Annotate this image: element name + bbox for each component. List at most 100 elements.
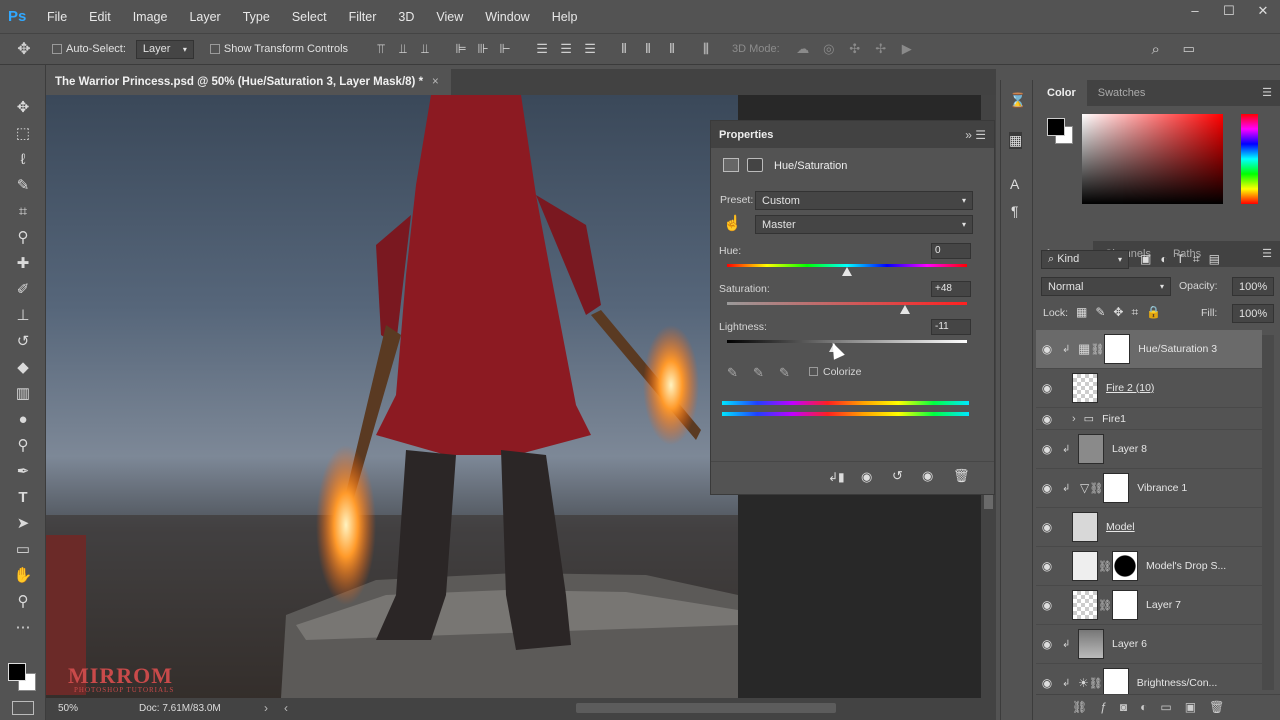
pen-tool-icon[interactable]: ✒ <box>10 461 36 483</box>
layer-mask-icon[interactable] <box>747 158 763 172</box>
layer-name[interactable]: Layer 7 <box>1146 599 1181 611</box>
layer-row[interactable]: ◉ ↲ ☀ ⛓ Brightness/Con... <box>1036 664 1262 694</box>
3d-roll-icon[interactable]: ◎ <box>816 41 842 57</box>
maximize-button[interactable]: ☐ <box>1212 0 1246 22</box>
path-select-tool-icon[interactable]: ➤ <box>10 513 36 535</box>
layer-mask-thumbnail[interactable] <box>1104 334 1131 364</box>
status-menu-arrow-icon[interactable]: › <box>264 701 268 715</box>
layer-row[interactable]: ◉ ↲ ▽ ⛓ Vibrance 1 <box>1036 469 1262 508</box>
clip-to-layer-icon[interactable]: ↲▮ <box>828 470 845 484</box>
menu-type[interactable]: Type <box>232 10 281 24</box>
hue-input[interactable]: 0 <box>931 243 971 259</box>
workspace-icon[interactable]: ▭ <box>1176 41 1202 57</box>
fill-input[interactable]: 100% <box>1232 304 1274 323</box>
dodge-tool-icon[interactable]: ⚲ <box>10 435 36 457</box>
lasso-tool-icon[interactable]: ℓ <box>10 149 36 171</box>
saturation-slider[interactable] <box>727 302 967 305</box>
auto-align-icon[interactable]: ⫼ <box>694 41 718 57</box>
layer-row[interactable]: ◉ ↲ Layer 6 <box>1036 625 1262 664</box>
eyedropper-add-icon[interactable]: ✎ <box>753 365 764 381</box>
document-image[interactable]: MIRROM PHOTOSHOP TUTORIALS <box>46 95 738 698</box>
layer-name[interactable]: Hue/Saturation 3 <box>1138 343 1217 355</box>
auto-select-target-dropdown[interactable]: Layer ▾ <box>135 39 194 59</box>
layers-panel-menu-icon[interactable]: ☰ <box>1262 247 1272 260</box>
visibility-eye-icon[interactable]: ◉ <box>1036 442 1058 456</box>
3d-orbit-icon[interactable]: ☁ <box>790 41 816 57</box>
shape-tool-icon[interactable]: ▭ <box>10 539 36 561</box>
eraser-tool-icon[interactable]: ◆ <box>10 357 36 379</box>
menu-edit[interactable]: Edit <box>78 10 122 24</box>
brush-tool-icon[interactable]: ✐ <box>10 279 36 301</box>
eyedropper-subtract-icon[interactable]: ✎ <box>779 365 790 381</box>
show-transform-checkbox[interactable]: Show Transform Controls <box>209 43 348 55</box>
3d-slide-icon[interactable]: ✢ <box>868 41 894 57</box>
view-previous-state-icon[interactable]: ◉ <box>861 469 872 485</box>
distribute-vcenter-icon[interactable]: ☰ <box>554 41 578 57</box>
layer-filter-dropdown[interactable]: ⌕ Kind ▾ <box>1041 250 1129 269</box>
lightness-input[interactable]: -11 <box>931 319 971 335</box>
visibility-eye-icon[interactable]: ◉ <box>1036 342 1058 356</box>
menu-filter[interactable]: Filter <box>338 10 388 24</box>
gradient-tool-icon[interactable]: ▥ <box>10 383 36 405</box>
layer-name[interactable]: Model's Drop S... <box>1146 560 1226 572</box>
layer-name[interactable]: Layer 6 <box>1112 638 1147 650</box>
layer-thumbnail[interactable] <box>1078 629 1104 659</box>
distribute-left-icon[interactable]: ⦀ <box>612 41 636 57</box>
align-hcenter-icon[interactable]: ⊪ <box>472 41 494 57</box>
distribute-right-icon[interactable]: ⦀ <box>660 41 684 57</box>
search-icon[interactable]: ⌕ <box>1146 41 1166 58</box>
menu-image[interactable]: Image <box>122 10 179 24</box>
align-top-icon[interactable]: ⫪ <box>370 41 392 57</box>
layer-thumbnail[interactable] <box>1072 512 1098 542</box>
menu-3d[interactable]: 3D <box>387 10 425 24</box>
zoom-level[interactable]: 50% <box>58 703 78 714</box>
layer-name[interactable]: Vibrance 1 <box>1137 482 1187 494</box>
align-vcenter-icon[interactable]: ⫫ <box>392 41 414 57</box>
layer-filter-icons[interactable]: ▣◐T⌗▤ <box>1140 252 1229 267</box>
layer-row[interactable]: ◉ ⛓ Layer 7 <box>1036 586 1262 625</box>
menu-select[interactable]: Select <box>281 10 338 24</box>
visibility-eye-icon[interactable]: ◉ <box>1036 598 1058 612</box>
foreground-color-swatch[interactable] <box>8 663 26 681</box>
layer-name[interactable]: Layer 8 <box>1112 443 1147 455</box>
distribute-hcenter-icon[interactable]: ⦀ <box>636 41 660 57</box>
stamp-tool-icon[interactable]: ⊥ <box>10 305 36 327</box>
visibility-eye-icon[interactable]: ◉ <box>1036 559 1058 573</box>
link-icon[interactable]: ⛓ <box>1089 677 1103 690</box>
3d-pan-icon[interactable]: ✣ <box>842 41 868 57</box>
layer-name[interactable]: Brightness/Con... <box>1137 677 1218 689</box>
visibility-eye-icon[interactable]: ◉ <box>1036 381 1058 395</box>
link-icon[interactable]: ⛓ <box>1090 343 1104 356</box>
lightness-slider[interactable] <box>727 340 967 343</box>
scroll-left-icon[interactable]: ‹ <box>284 701 288 715</box>
visibility-eye-icon[interactable]: ◉ <box>1036 520 1058 534</box>
color-fg-swatch[interactable] <box>1047 118 1065 136</box>
distribute-top-icon[interactable]: ☰ <box>530 41 554 57</box>
properties-panel-icon[interactable]: ▦ <box>1009 132 1023 149</box>
visibility-eye-icon[interactable]: ◉ <box>1036 412 1058 426</box>
blend-mode-dropdown[interactable]: Normal ▾ <box>1041 277 1171 296</box>
visibility-icon[interactable]: ◉ <box>922 468 933 484</box>
layer-name[interactable]: Fire 2 (10) <box>1106 382 1154 394</box>
layer-thumbnail[interactable] <box>1072 590 1098 620</box>
properties-tab[interactable]: Properties <box>719 129 773 141</box>
move-tool-icon[interactable]: ✥ <box>10 97 36 119</box>
channel-dropdown[interactable]: Master ▾ <box>755 215 973 234</box>
layer-mask-thumbnail[interactable] <box>1112 590 1138 620</box>
move-tool-icon[interactable]: ✥ <box>0 39 48 59</box>
blur-tool-icon[interactable]: ● <box>10 409 36 431</box>
layer-row[interactable]: ◉ Model <box>1036 508 1262 547</box>
visibility-eye-icon[interactable]: ◉ <box>1036 637 1058 651</box>
history-panel-icon[interactable]: ⌛ <box>1009 92 1026 109</box>
opacity-input[interactable]: 100% <box>1232 277 1274 296</box>
layer-row[interactable]: ◉ ↲ Layer 8 <box>1036 430 1262 469</box>
layer-mask-thumbnail[interactable] <box>1102 668 1129 694</box>
panel-menu-icon[interactable]: » ☰ <box>965 128 986 142</box>
paragraph-panel-icon[interactable]: ¶ <box>1011 203 1019 219</box>
layer-mask-thumbnail[interactable] <box>1103 473 1130 503</box>
marquee-tool-icon[interactable]: ⬚ <box>10 123 36 145</box>
layer-mask-thumbnail[interactable] <box>1112 551 1138 581</box>
3d-scale-icon[interactable]: ▶ <box>894 41 920 57</box>
distribute-bottom-icon[interactable]: ☰ <box>578 41 602 57</box>
menu-window[interactable]: Window <box>474 10 540 24</box>
